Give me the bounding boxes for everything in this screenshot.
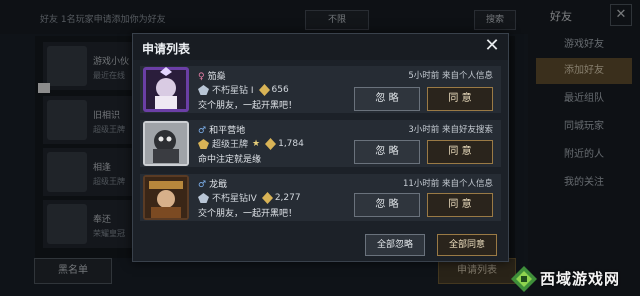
rank-line: 不朽星钻 I 656 <box>198 83 289 96</box>
avatar <box>47 152 87 192</box>
list-item[interactable]: 旧相识 超级王牌 <box>43 96 133 144</box>
ignore-button[interactable]: 忽 略 <box>354 193 420 217</box>
avatar <box>47 204 87 244</box>
list-item-name: 奉还 <box>93 215 112 225</box>
avatar <box>47 46 87 86</box>
watermark-logo-icon <box>511 266 537 292</box>
rank-line: 超级王牌 ★ 1,784 <box>198 137 304 150</box>
rank-badge-icon <box>198 138 209 149</box>
watermark: 西域游戏网 <box>508 262 640 296</box>
agree-button[interactable]: 同 意 <box>427 140 493 164</box>
rank-score: 656 <box>271 84 289 95</box>
sidebar-item-add-friend[interactable]: 添加好友 <box>536 58 632 84</box>
request-message: 命中注定就是缘 <box>198 155 262 165</box>
rank-score-icon <box>265 137 277 150</box>
blacklist-button[interactable]: 黑名单 <box>34 258 112 284</box>
request-row: ♂ 和平营地 超级王牌 ★ 1,784 命中注定就是缘 3小时前 来自好友搜索 忽… <box>140 120 501 167</box>
sidebar-item-nearby[interactable]: 附近的人 <box>536 142 632 168</box>
filter-select[interactable]: 不限 <box>305 10 369 30</box>
ignore-button[interactable]: 忽 略 <box>354 140 420 164</box>
list-item-name: 旧相识 <box>93 111 121 121</box>
player-name-line: ♂ 龙戢 <box>198 177 227 190</box>
avatar-image <box>143 175 189 220</box>
agree-all-button[interactable]: 全部同意 <box>437 234 497 256</box>
video-icon[interactable] <box>38 83 50 93</box>
request-time: 3小时前 来自好友搜索 <box>408 125 493 135</box>
list-item[interactable]: 相逢 超级王牌 <box>43 148 133 196</box>
rank-tier: 超级王牌 <box>212 140 249 150</box>
watermark-text: 西域游戏网 <box>540 270 621 288</box>
agree-button[interactable]: 同 意 <box>427 87 493 111</box>
close-icon[interactable]: ✕ <box>610 4 632 26</box>
player-name-line: ♂ 和平营地 <box>198 123 245 136</box>
avatar-image <box>143 67 189 112</box>
rank-score: 1,784 <box>278 138 304 149</box>
sidebar-item-game-friends[interactable]: 游戏好友 <box>536 32 632 58</box>
request-row: ♀ 笳燊 不朽星钻 I 656 交个朋友，一起开黑吧！ 5小时前 来自个人信息 忽… <box>140 66 501 113</box>
avatar <box>143 121 189 166</box>
list-item-name: 相逢 <box>93 163 112 173</box>
request-list-dialog: 申请列表 ✕ ♀ 笳燊 不朽星钻 I 656 交个朋友，一起开黑吧！ 5小时前 来… <box>132 33 509 262</box>
sidebar-item-same-city[interactable]: 同城玩家 <box>536 114 632 140</box>
request-message: 交个朋友，一起开黑吧！ <box>198 209 298 219</box>
rank-score-icon <box>261 191 273 204</box>
ignore-button[interactable]: 忽 略 <box>354 87 420 111</box>
rank-tier: 不朽星钻 I <box>212 86 254 96</box>
sidebar-item-recent-team[interactable]: 最近组队 <box>536 86 632 112</box>
player-name: 笳燊 <box>207 72 226 82</box>
list-item-name: 游戏小伙 <box>93 57 130 67</box>
dialog-footer: 全部忽略 全部同意 <box>133 230 508 261</box>
rank-line: 不朽星钻IV 2,277 <box>198 191 301 204</box>
avatar <box>47 100 87 140</box>
list-item-sub: 荣耀皇冠 <box>93 229 125 238</box>
avatar <box>143 67 189 112</box>
request-time: 11小时前 来自个人信息 <box>402 179 493 189</box>
sidebar-item-following[interactable]: 我的关注 <box>536 170 632 196</box>
close-icon[interactable]: ✕ <box>482 36 502 56</box>
rank-badge-icon <box>198 84 209 95</box>
player-name-line: ♀ 笳燊 <box>198 69 226 82</box>
panel-title: 好友 <box>550 10 572 23</box>
rank-badge-icon <box>198 192 209 203</box>
request-message: 交个朋友，一起开黑吧！ <box>198 101 298 111</box>
dialog-header: 申请列表 ✕ <box>133 34 508 60</box>
rank-score: 2,277 <box>274 192 301 203</box>
request-row: ♂ 龙戢 不朽星钻IV 2,277 交个朋友，一起开黑吧！ 11小时前 来自个人信… <box>140 174 501 221</box>
star-icon: ★ <box>252 138 261 149</box>
female-icon: ♀ <box>198 72 205 82</box>
male-icon: ♂ <box>198 126 207 136</box>
agree-button[interactable]: 同 意 <box>427 193 493 217</box>
rank-score-icon <box>258 83 270 96</box>
player-name: 和平营地 <box>209 126 246 136</box>
male-icon: ♂ <box>198 180 207 190</box>
background-hint: 好友 1名玩家申请添加你为好友 <box>40 15 166 25</box>
avatar <box>143 175 189 220</box>
search-button[interactable]: 搜索 <box>474 10 516 30</box>
list-item[interactable]: 奉还 荣耀皇冠 <box>43 200 133 248</box>
list-item-sub: 超级王牌 <box>93 125 125 134</box>
avatar-image <box>143 121 189 166</box>
list-item-sub: 最近在线 <box>93 71 125 80</box>
rank-tier: 不朽星钻IV <box>212 194 257 204</box>
ignore-all-button[interactable]: 全部忽略 <box>365 234 425 256</box>
background-right-panel: 好友 ✕ 游戏好友 添加好友 最近组队 同城玩家 附近的人 我的关注 <box>528 0 640 296</box>
player-name: 龙戢 <box>209 180 228 190</box>
list-item-sub: 超级王牌 <box>93 177 125 186</box>
request-time: 5小时前 来自个人信息 <box>408 71 493 81</box>
dialog-title: 申请列表 <box>142 42 191 56</box>
list-item[interactable]: 游戏小伙 最近在线 <box>43 42 133 90</box>
